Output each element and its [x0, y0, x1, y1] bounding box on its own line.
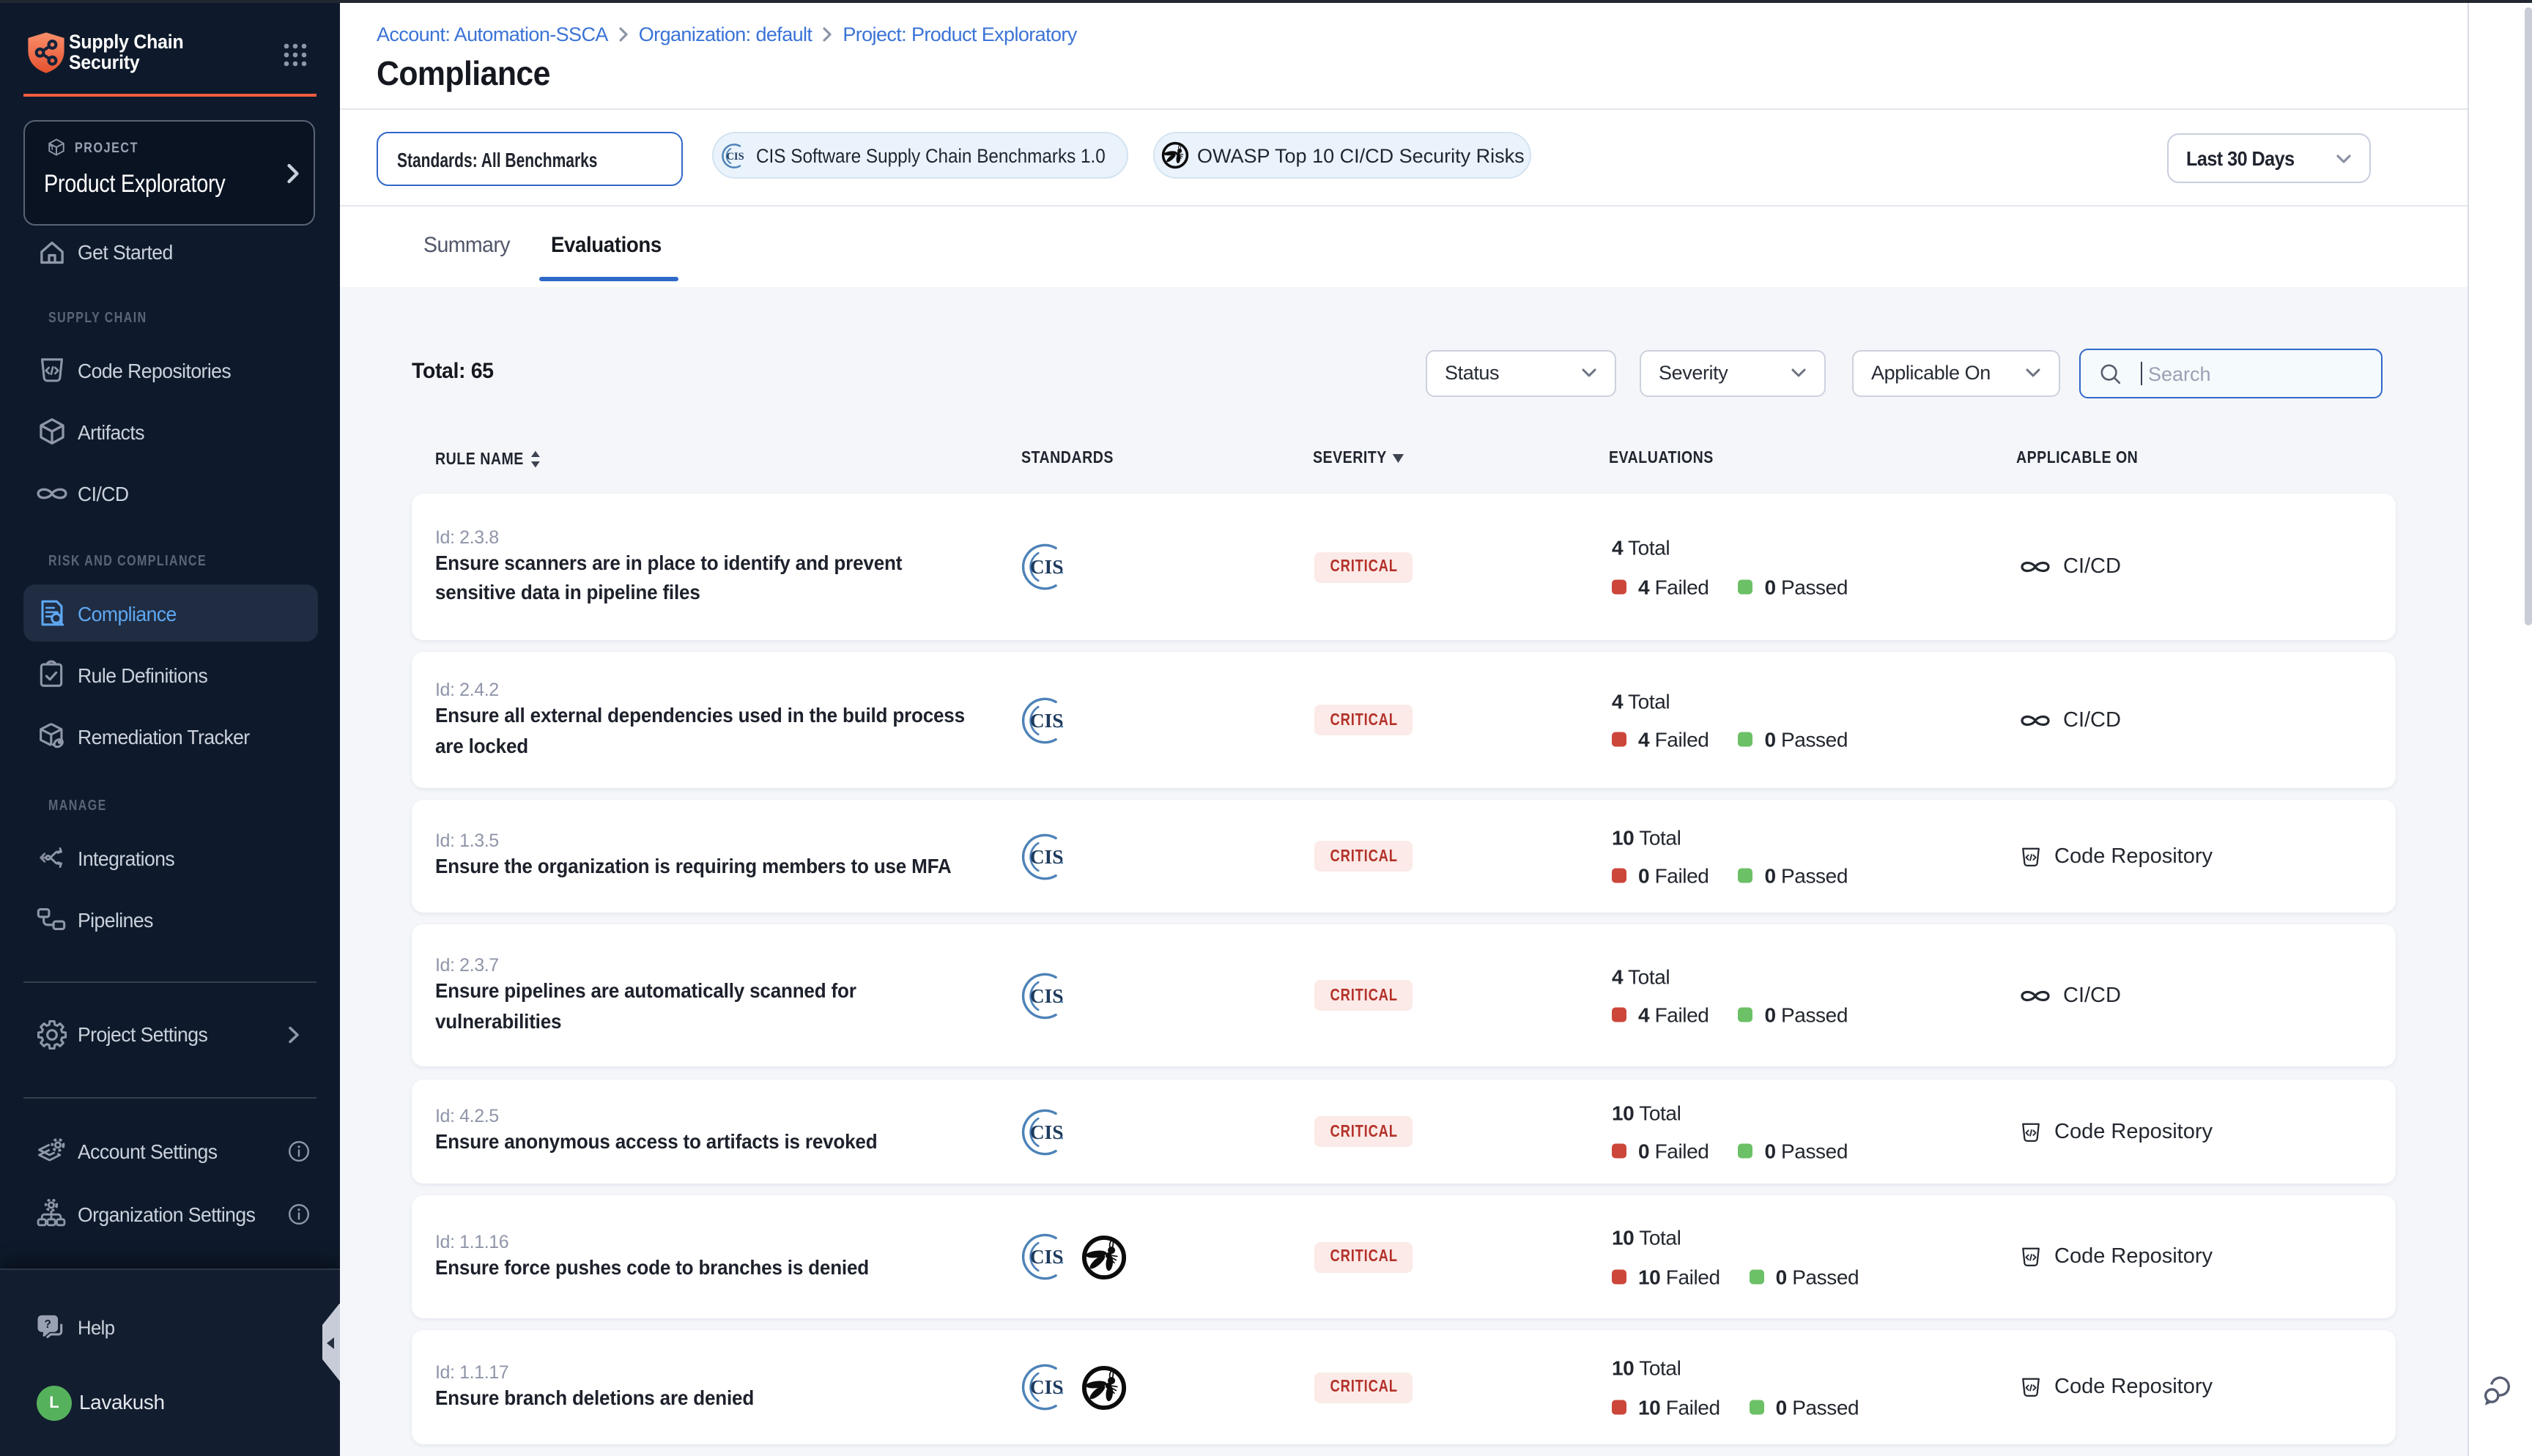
svg-text:CIS: CIS — [1030, 1120, 1064, 1143]
svg-text:CIS: CIS — [1030, 1375, 1064, 1398]
svg-text:?: ? — [45, 1318, 51, 1331]
svg-text:CIS: CIS — [726, 150, 744, 162]
svg-text:CIS: CIS — [1030, 708, 1064, 731]
svg-text:CIS: CIS — [1030, 1245, 1064, 1268]
svg-text:CIS: CIS — [1030, 984, 1064, 1006]
svg-text:CIS: CIS — [1030, 555, 1064, 578]
svg-text:CIS: CIS — [1030, 844, 1064, 867]
